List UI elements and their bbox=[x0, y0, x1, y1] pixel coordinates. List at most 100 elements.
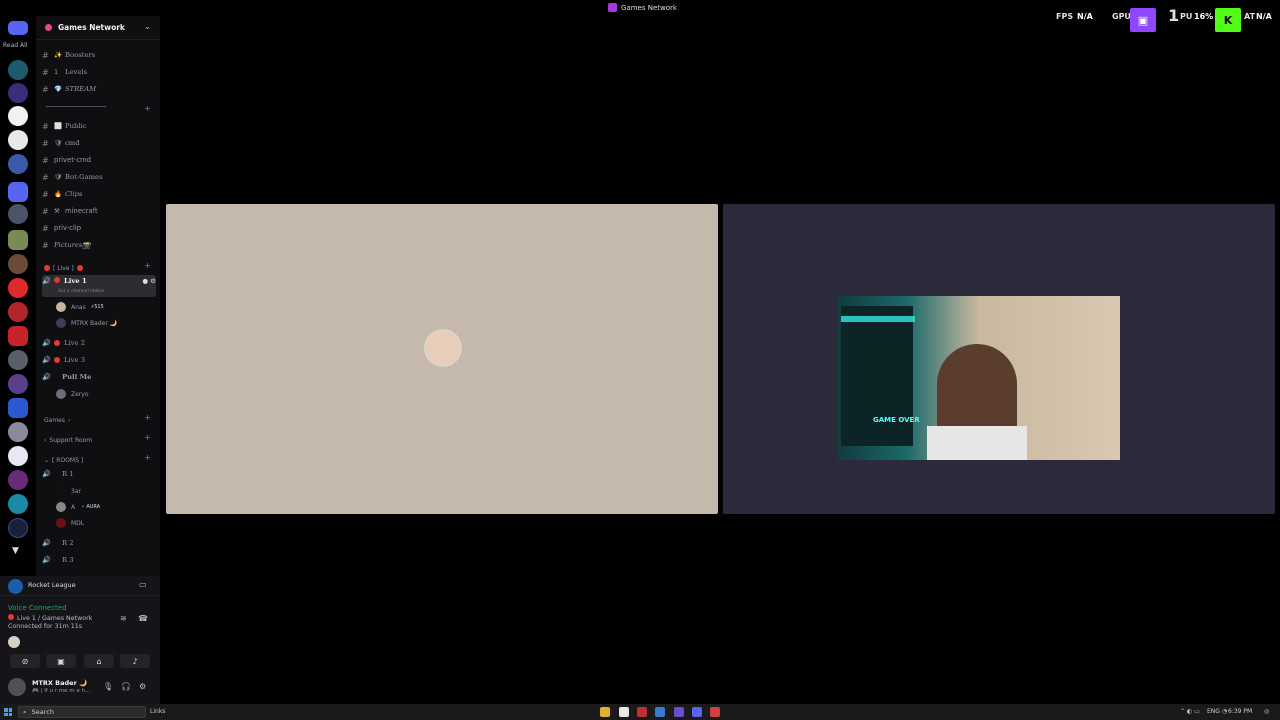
taskbar-app-icon[interactable] bbox=[619, 707, 629, 717]
voice-user[interactable]: 3ar bbox=[56, 484, 81, 498]
speaker-icon: 🔊 bbox=[42, 373, 51, 381]
server-icon[interactable] bbox=[8, 494, 28, 514]
hash-icon: # bbox=[42, 138, 49, 148]
server-icon[interactable] bbox=[8, 204, 28, 224]
server-icon[interactable] bbox=[8, 278, 28, 298]
add-channel-icon[interactable]: + bbox=[144, 413, 151, 422]
add-channel-icon[interactable]: + bbox=[144, 261, 151, 270]
server-icon[interactable] bbox=[8, 106, 28, 126]
headphones-icon[interactable]: 🎧 bbox=[121, 682, 131, 691]
server-icon[interactable] bbox=[8, 130, 28, 150]
server-icon-games-network[interactable] bbox=[8, 182, 28, 202]
taskbar-app-icon[interactable] bbox=[674, 707, 684, 717]
avatar[interactable] bbox=[8, 678, 26, 696]
disconnect-icon[interactable]: ☎ bbox=[138, 614, 148, 623]
channel-clips[interactable]: # 🔥 Clips bbox=[42, 187, 156, 201]
voice-channel-name: Live 1 / Games Network bbox=[17, 615, 93, 622]
screen-share-button[interactable]: ▣ bbox=[46, 654, 76, 668]
noise-suppression-icon[interactable]: ≋ bbox=[120, 614, 127, 623]
channel-bot-games[interactable]: # 🛡 Bot-Games bbox=[42, 170, 156, 184]
server-icon[interactable] bbox=[8, 60, 28, 80]
taskbar-app-icon[interactable] bbox=[710, 707, 720, 717]
server-icon[interactable] bbox=[8, 326, 28, 346]
fps-label: FPS bbox=[1056, 12, 1074, 21]
server-icon[interactable] bbox=[8, 398, 28, 418]
server-icon[interactable] bbox=[8, 83, 28, 103]
channel-emoji: ⬜ bbox=[54, 122, 63, 130]
voice-channel-live-2[interactable]: 🔊 Live 2 bbox=[42, 336, 156, 350]
channel-status-hint[interactable]: Set a channel status bbox=[58, 289, 104, 294]
channel-boosters[interactable]: # ✨ Boosters bbox=[42, 48, 156, 62]
avatar bbox=[56, 486, 66, 496]
voice-connected-status[interactable]: Voice Connected bbox=[8, 604, 67, 612]
discord-home-icon[interactable] bbox=[8, 21, 28, 35]
avatar bbox=[56, 318, 66, 328]
voice-channel-info[interactable]: Live 1 / Games Network bbox=[8, 614, 92, 622]
language-indicator[interactable]: ENG bbox=[1207, 708, 1220, 715]
category-rooms[interactable]: ⌄[ ROOMS ] bbox=[44, 454, 83, 466]
gear-icon[interactable]: ⚙ bbox=[139, 682, 146, 691]
channel-public[interactable]: # ⬜ Public bbox=[42, 119, 156, 133]
notification-icon[interactable]: ◎ bbox=[1264, 708, 1269, 715]
chat-icon[interactable]: ● ⚙ bbox=[142, 277, 156, 285]
server-icon[interactable] bbox=[8, 350, 28, 370]
channel-cmd[interactable]: # 🛡 cmd bbox=[42, 136, 156, 150]
tray-icons[interactable]: ⌃ ◐ ▭ bbox=[1180, 708, 1200, 715]
voice-user[interactable]: A 🔹AURA bbox=[56, 500, 100, 514]
add-channel-icon[interactable]: + bbox=[144, 433, 151, 442]
windows-start-icon[interactable] bbox=[4, 708, 12, 716]
tray-network-icon[interactable]: ◔ bbox=[1222, 708, 1227, 715]
voice-user[interactable]: MTRX Bader 🌙 bbox=[56, 316, 117, 330]
download-apps-icon[interactable]: ▼ bbox=[12, 546, 19, 556]
voice-channel-r2[interactable]: 🔊 R 2 bbox=[42, 536, 156, 550]
links-toolbar[interactable]: Links bbox=[150, 708, 165, 715]
add-channel-icon[interactable]: + bbox=[144, 104, 151, 113]
voice-user[interactable]: MDL bbox=[56, 516, 84, 530]
category-support-room[interactable]: › Support Room bbox=[44, 434, 92, 446]
server-icon[interactable] bbox=[8, 302, 28, 322]
activity-bar[interactable]: Rocket League ▭ bbox=[0, 576, 160, 596]
screen-share-icon[interactable]: ▭ bbox=[139, 580, 147, 589]
channel-levels[interactable]: #1 Levels bbox=[42, 65, 156, 79]
app-logo-icon bbox=[608, 3, 617, 12]
category-games[interactable]: Games › bbox=[44, 414, 70, 426]
add-channel-icon[interactable]: + bbox=[144, 453, 151, 462]
server-icon[interactable] bbox=[8, 154, 28, 174]
participant-avatar bbox=[424, 329, 462, 367]
channel-stream[interactable]: # 💎 STREAM bbox=[42, 82, 156, 96]
channel-privet-cmd[interactable]: # privet-cmd bbox=[42, 153, 156, 167]
camera-off-button[interactable]: ⊘ bbox=[10, 654, 40, 668]
browser-icon[interactable] bbox=[655, 707, 665, 717]
category-live[interactable]: [ Live ] bbox=[44, 262, 83, 274]
voice-user[interactable]: Anas ⚡515 bbox=[56, 300, 104, 314]
channel-pictures[interactable]: # Pictures📸 bbox=[42, 238, 156, 252]
taskbar-clock[interactable]: 6:39 PM bbox=[1228, 708, 1252, 715]
mic-icon[interactable]: 🎙 bbox=[103, 682, 113, 691]
server-icon[interactable] bbox=[8, 254, 28, 274]
discord-taskbar-icon[interactable] bbox=[692, 707, 702, 717]
file-explorer-icon[interactable] bbox=[600, 707, 610, 717]
voice-user[interactable]: Zeryo bbox=[56, 387, 89, 401]
voice-channel-pull-me[interactable]: 🔊 Pull Me bbox=[42, 370, 156, 384]
taskbar-app-icon[interactable] bbox=[637, 707, 647, 717]
server-icon[interactable] bbox=[8, 422, 28, 442]
server-icon[interactable] bbox=[8, 518, 28, 538]
read-all-button[interactable]: Read All bbox=[3, 42, 27, 49]
taskbar-search[interactable]: ⌕ Search bbox=[18, 706, 146, 718]
voice-channel-r1[interactable]: 🔊 R 1 bbox=[42, 467, 156, 481]
activities-button[interactable]: ⌂ bbox=[84, 654, 114, 668]
server-icon[interactable] bbox=[8, 446, 28, 466]
participant-tile[interactable] bbox=[166, 204, 718, 514]
server-icon[interactable] bbox=[8, 470, 28, 490]
server-icon[interactable] bbox=[8, 374, 28, 394]
server-header[interactable]: Games Network ⌄ bbox=[36, 16, 160, 40]
voice-channel-live-3[interactable]: 🔊 Live 3 bbox=[42, 353, 156, 367]
soundboard-button[interactable]: ♪ bbox=[120, 654, 150, 668]
channel-emoji: 🔥 bbox=[54, 190, 63, 198]
voice-user-name: Zeryo bbox=[71, 390, 89, 398]
channel-minecraft[interactable]: # ⚒ minecraft bbox=[42, 204, 156, 218]
voice-channel-r3[interactable]: 🔊 R 3 bbox=[42, 553, 156, 567]
server-icon[interactable] bbox=[8, 230, 28, 250]
channel-priv-clip[interactable]: # priv-clip bbox=[42, 221, 156, 235]
avatar bbox=[8, 636, 20, 648]
